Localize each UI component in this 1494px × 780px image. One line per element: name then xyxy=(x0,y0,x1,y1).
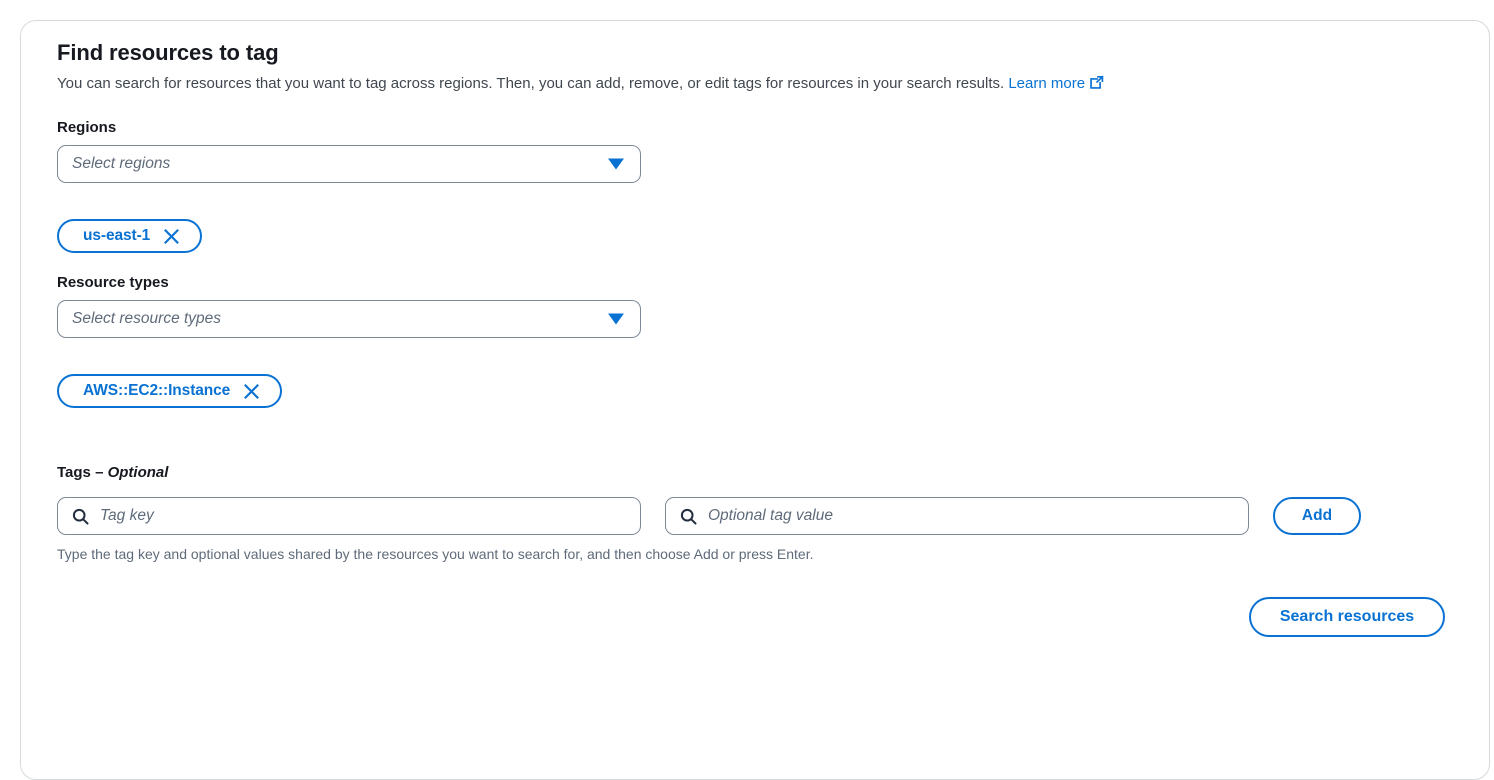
region-token-label: us-east-1 xyxy=(83,227,151,244)
tag-value-placeholder: Optional tag value xyxy=(708,507,833,524)
resource-types-token-list: AWS::EC2::Instance xyxy=(57,374,1453,408)
learn-more-label: Learn more xyxy=(1008,75,1086,92)
regions-token-list: us-east-1 xyxy=(57,219,1453,253)
tags-label-optional: Optional xyxy=(107,464,169,481)
tags-label-main: Tags – xyxy=(57,464,108,481)
region-token-us-east-1: us-east-1 xyxy=(57,219,203,253)
resource-types-label: Resource types xyxy=(57,274,169,291)
tags-helper-text: Type the tag key and optional values sha… xyxy=(57,546,814,562)
find-resources-panel: Find resources to tag You can search for… xyxy=(20,20,1490,780)
regions-select-placeholder: Select regions xyxy=(72,155,171,172)
search-icon xyxy=(680,508,697,525)
tag-value-input[interactable]: Optional tag value xyxy=(665,497,1249,535)
resource-type-token-aws-ec2-instance: AWS::EC2::Instance xyxy=(57,374,283,408)
search-resources-button[interactable]: Search resources xyxy=(1249,597,1445,637)
close-icon[interactable] xyxy=(162,227,180,245)
close-icon[interactable] xyxy=(242,382,260,400)
page-description: You can search for resources that you wa… xyxy=(57,74,1453,96)
learn-more-link[interactable]: Learn more xyxy=(1008,75,1104,92)
resource-type-token-label: AWS::EC2::Instance xyxy=(83,382,231,399)
panel-footer: Search resources xyxy=(57,597,1453,637)
add-tag-button[interactable]: Add xyxy=(1273,497,1361,535)
resource-types-select-placeholder: Select resource types xyxy=(72,310,222,327)
search-icon xyxy=(72,508,89,525)
chevron-down-icon[interactable] xyxy=(608,158,624,170)
tags-label: Tags – Optional xyxy=(57,463,1453,483)
chevron-down-icon[interactable] xyxy=(608,313,624,325)
regions-label: Regions xyxy=(57,119,117,136)
tags-input-row: Tag key Optional tag value Add xyxy=(57,497,1453,535)
page-title: Find resources to tag xyxy=(57,40,279,65)
tag-key-placeholder: Tag key xyxy=(100,507,154,524)
page-description-text: You can search for resources that you wa… xyxy=(57,75,1005,92)
tag-key-input[interactable]: Tag key xyxy=(57,497,641,535)
resource-types-select[interactable]: Select resource types xyxy=(57,300,641,338)
regions-select[interactable]: Select regions xyxy=(57,145,641,183)
external-link-icon xyxy=(1089,75,1104,96)
